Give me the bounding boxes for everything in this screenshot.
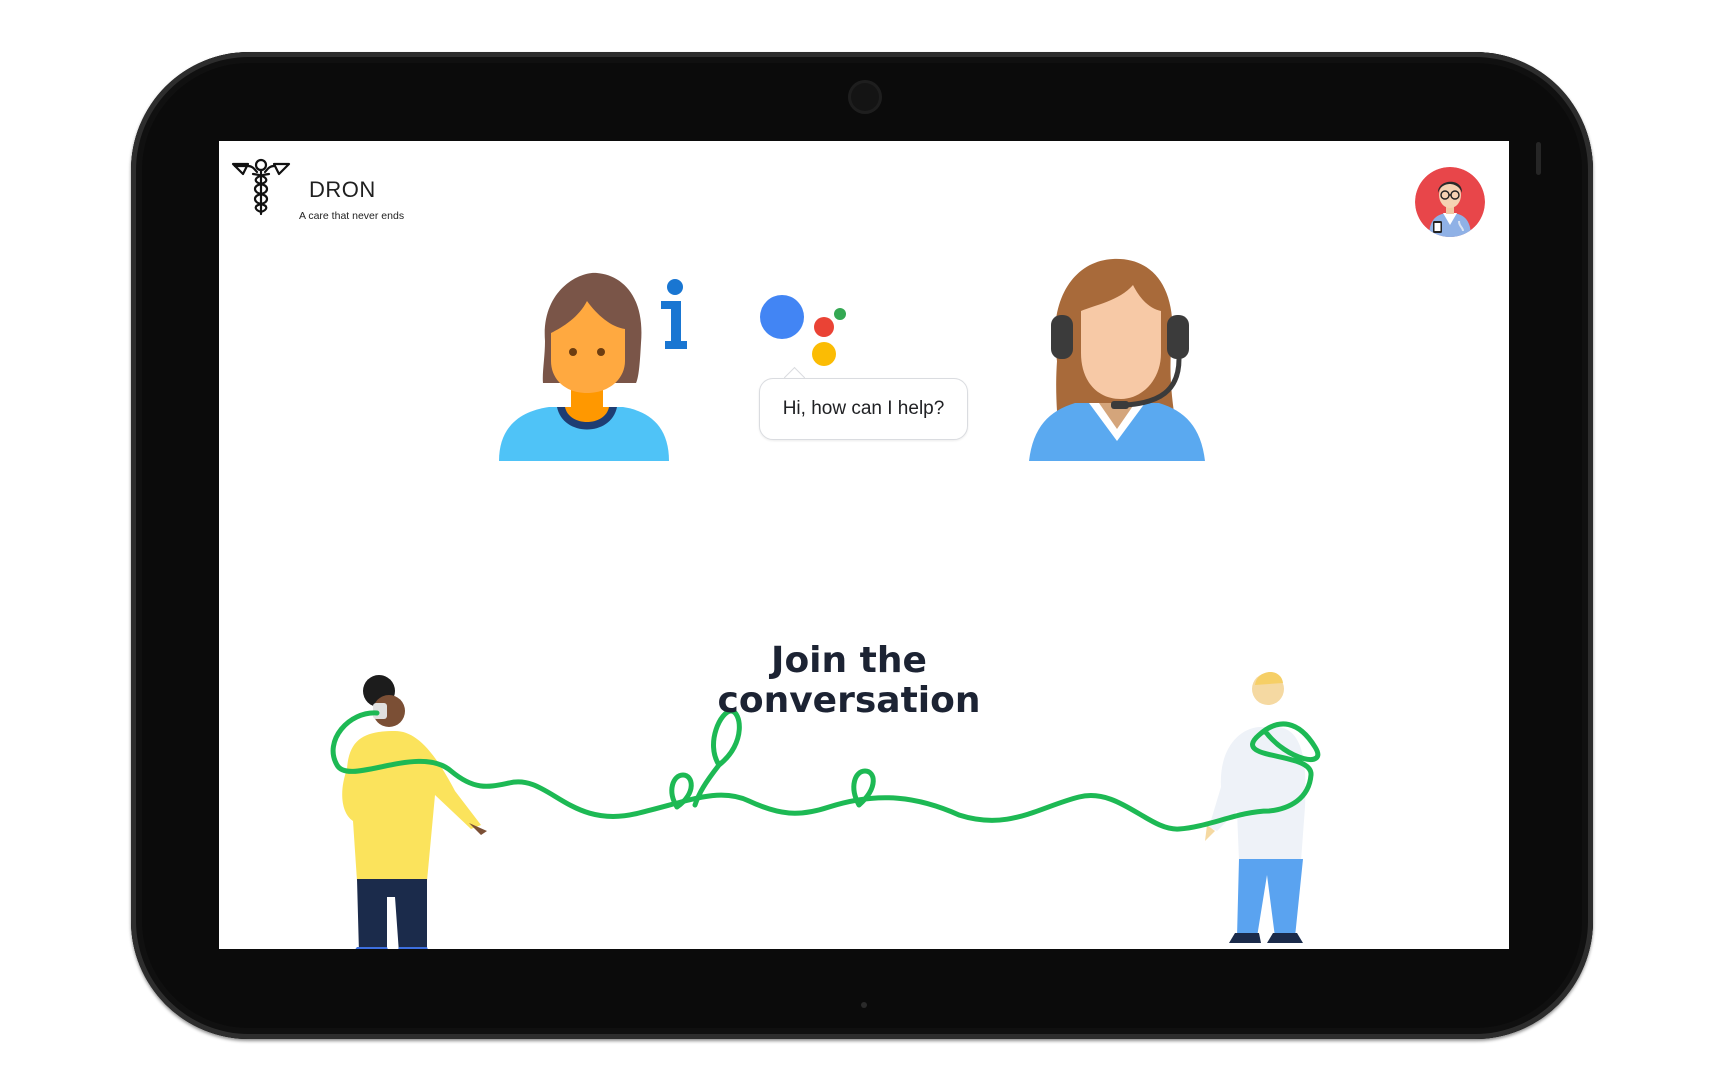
headline-line-1: Join the <box>771 640 927 681</box>
brand-logo[interactable]: DRON A care that never ends <box>231 156 404 222</box>
doctor-avatar[interactable] <box>1415 167 1485 237</box>
tablet-side-button <box>1536 142 1541 175</box>
assistant-dot-blue <box>760 295 804 339</box>
assistant-dot-red <box>814 317 834 337</box>
call-center-agent-icon <box>1029 258 1205 461</box>
assistant-greeting: Hi, how can I help? <box>782 398 945 419</box>
assistant-dot-yellow <box>812 342 836 366</box>
front-camera <box>848 80 882 114</box>
caduceus-icon <box>231 158 291 216</box>
brand-tagline: A care that never ends <box>299 210 405 222</box>
assistant-speech-bubble[interactable]: Hi, how can I help? <box>759 378 968 440</box>
green-cord <box>330 710 1321 832</box>
conversation-illustration <box>330 671 1321 949</box>
patient-info-icon <box>499 272 687 461</box>
headline-line-2: conversation <box>717 680 981 721</box>
tablet-home-dot <box>861 1002 867 1008</box>
doctor-avatar-icon <box>1415 167 1485 237</box>
google-assistant-icon <box>760 295 846 366</box>
app-screen: DRON A care that never ends Hi, how can … <box>219 141 1509 949</box>
join-conversation-headline: Join the conversation <box>659 641 1039 721</box>
brand-name: DRON <box>309 177 376 202</box>
assistant-dot-green <box>834 308 846 320</box>
